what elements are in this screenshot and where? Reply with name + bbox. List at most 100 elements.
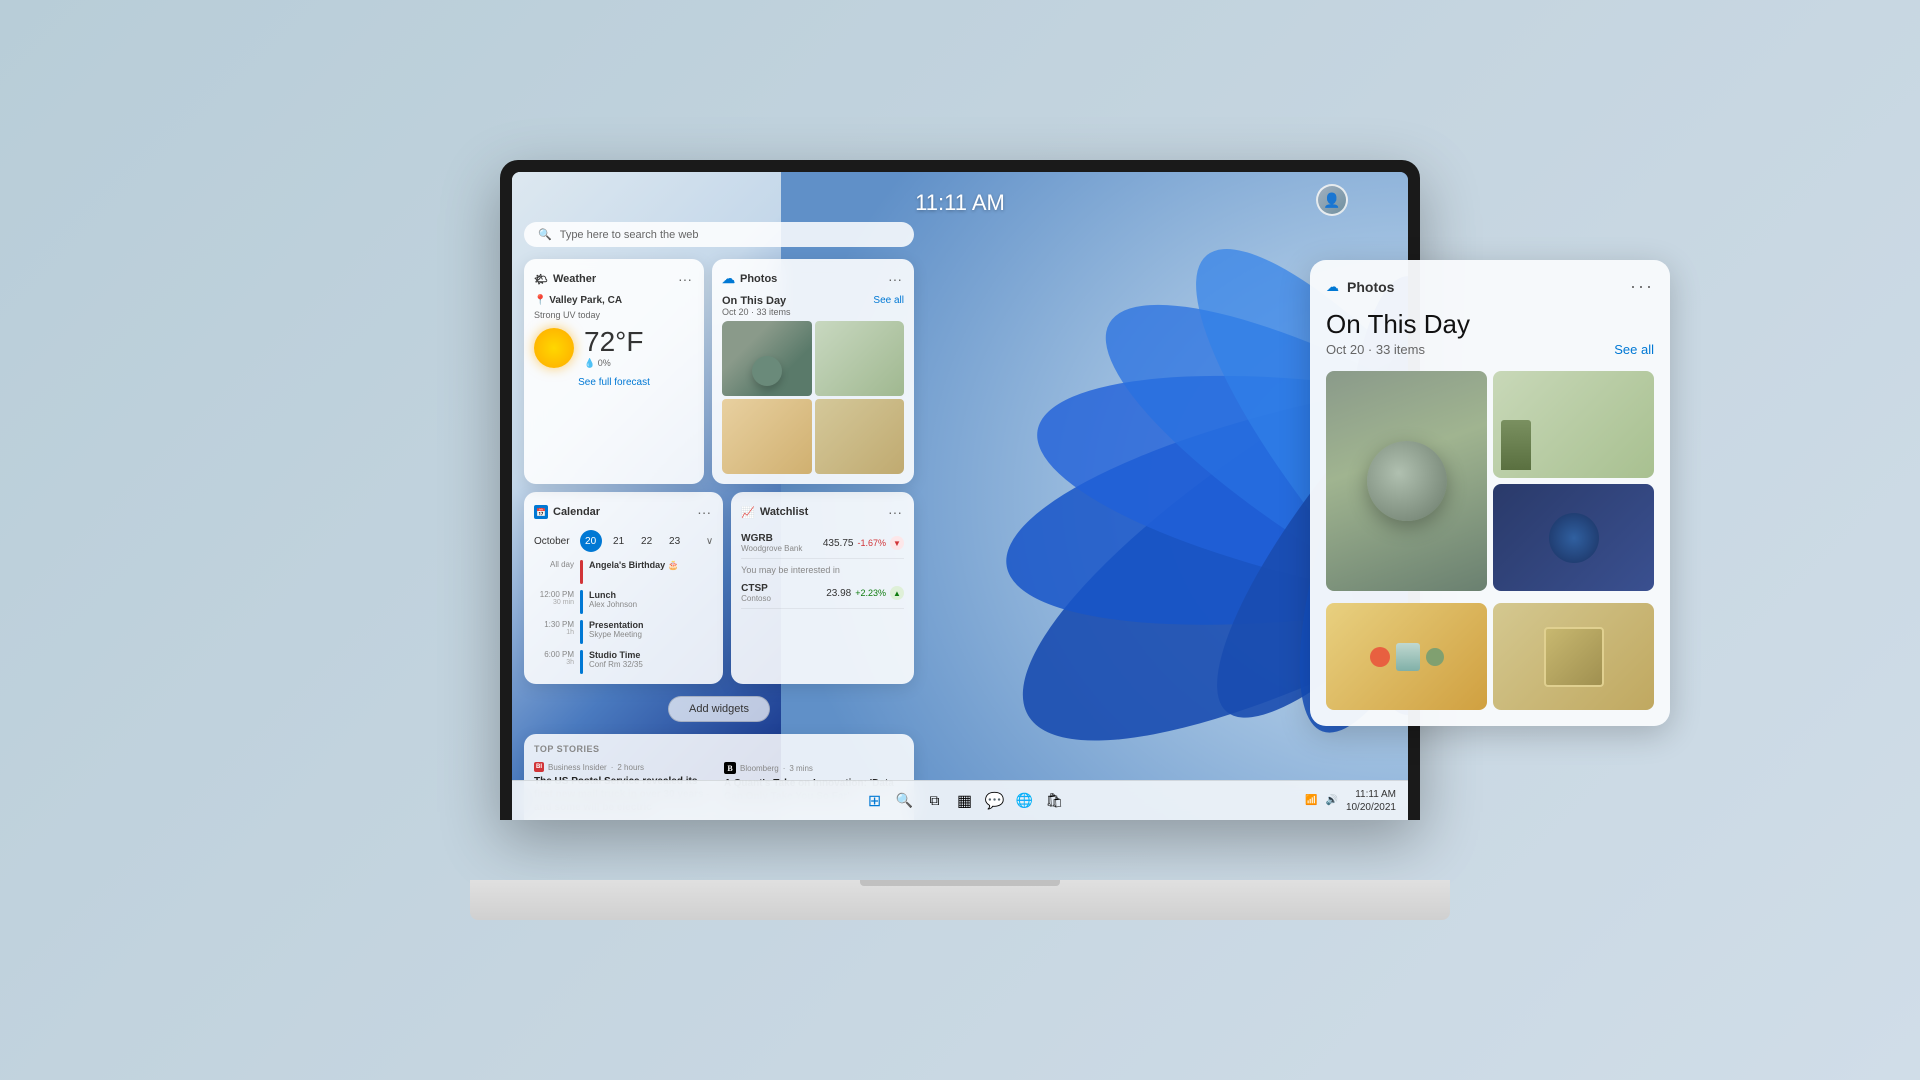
news-top-stories-label: TOP STORIES (534, 744, 904, 754)
edge-taskbar-button[interactable]: 🌐 (1013, 789, 1037, 813)
task-view-button[interactable]: ⧉ (923, 789, 947, 813)
event-lunch-time: 12:00 PM (534, 590, 574, 599)
watchlist-title: Watchlist (760, 506, 809, 518)
photos-widget-header: Photos ··· (722, 269, 904, 289)
event-pres-detail: Skype Meeting (589, 630, 644, 639)
watchlist-header: Watchlist ··· (741, 502, 904, 522)
weather-widget-icon (534, 273, 548, 286)
event-allday-label: All day (534, 560, 574, 569)
widgets-taskbar-button[interactable]: ▦ (953, 789, 977, 813)
laptop-screen: 11:11 AM 👤 🔍 Type here to search the web (512, 172, 1408, 820)
sound-icon: 🔊 (1325, 795, 1337, 806)
search-taskbar-button[interactable]: 🔍 (893, 789, 917, 813)
weather-location: 📍 Valley Park, CA (534, 295, 694, 306)
clock: 11:11 AM (915, 190, 1005, 216)
may-interest-label: You may be interested in (741, 565, 904, 575)
event-studio-time: 6:00 PM (534, 650, 574, 659)
stock-ctsp: CTSP Contoso 23.98 +2.23% ▲ (741, 578, 904, 609)
photos-panel-meta: Oct 20 · 33 items See all (1326, 342, 1654, 357)
photo-thumb-2[interactable] (815, 321, 905, 396)
add-widgets-section: Add widgets (524, 692, 914, 726)
photos-see-all[interactable]: See all (873, 295, 904, 306)
stock-ctsp-name: Contoso (741, 594, 771, 603)
photos-panel-heading: On This Day (1326, 309, 1654, 340)
event-bar-allday (580, 560, 583, 584)
photos-cloud-icon (722, 271, 735, 287)
event-allday: All day Angela's Birthday 🎂 (534, 560, 713, 584)
photos-grid (722, 321, 904, 474)
screen-border: 11:11 AM 👤 🔍 Type here to search the web (500, 160, 1420, 820)
stock-ctsp-indicator: ▲ (890, 586, 904, 600)
photos-panel-thumb-4[interactable] (1326, 603, 1487, 710)
desktop-scene: 11:11 AM 👤 🔍 Type here to search the web (0, 0, 1920, 1080)
photo-thumb-3[interactable] (722, 399, 812, 474)
event-lunch: 12:00 PM 30 min Lunch Alex Johnson (534, 590, 713, 614)
photos-panel-cloud-icon (1326, 278, 1339, 296)
watchlist-icon (741, 506, 755, 519)
weather-more-button[interactable]: ··· (676, 269, 694, 289)
photos-date: Oct 20 · 33 items (722, 307, 791, 317)
event-pres-name: Presentation (589, 620, 644, 630)
calendar-day-21[interactable]: 21 (608, 530, 630, 552)
weather-forecast-link[interactable]: See full forecast (534, 377, 694, 388)
photos-panel-thumb-1[interactable] (1326, 371, 1487, 591)
store-taskbar-button[interactable]: 🛍 (1043, 789, 1067, 813)
event-lunch-detail: Alex Johnson (589, 600, 637, 609)
event-pres-duration: 1h (534, 629, 574, 636)
taskbar-right: 📶 🔊 11:11 AM 10/20/2021 (1305, 788, 1396, 814)
photos-panel-see-all[interactable]: See all (1614, 342, 1654, 357)
calendar-day-23[interactable]: 23 (664, 530, 686, 552)
event-bar-studio (580, 650, 583, 674)
photos-header-row: On This Day Oct 20 · 33 items See all (722, 295, 904, 317)
event-studio-detail: Conf Rm 32/35 (589, 660, 643, 669)
weather-widget: Weather ··· 📍 Valley Park, CA Strong UV … (524, 259, 704, 484)
search-placeholder: Type here to search the web (560, 229, 699, 241)
photos-more-button[interactable]: ··· (886, 269, 904, 289)
calendar-header: 📅 Calendar ··· (534, 502, 713, 522)
calendar-events: All day Angela's Birthday 🎂 12 (534, 560, 713, 674)
photos-panel-thumb-3[interactable] (1493, 484, 1654, 591)
calendar-more-button[interactable]: ··· (695, 502, 713, 522)
stock-wgrb-ticker: WGRB (741, 533, 802, 544)
photos-panel-app-name: Photos (1347, 279, 1394, 295)
weather-uv: Strong UV today (534, 310, 694, 320)
widgets-row-1: Weather ··· 📍 Valley Park, CA Strong UV … (524, 259, 914, 484)
weather-title: Weather (553, 273, 596, 285)
photos-panel-date: Oct 20 · 33 items (1326, 342, 1425, 357)
photos-panel-thumb-2[interactable] (1493, 371, 1654, 478)
calendar-day-22[interactable]: 22 (636, 530, 658, 552)
calendar-days-row: October 20 21 22 23 ∨ (534, 530, 713, 552)
event-studio-duration: 3h (534, 659, 574, 666)
add-widgets-button[interactable]: Add widgets (668, 696, 770, 722)
laptop-hinge (860, 880, 1060, 886)
calendar-widget: 📅 Calendar ··· October 20 21 22 23 (524, 492, 723, 684)
event-studio: 6:00 PM 3h Studio Time Conf Rm 32/35 (534, 650, 713, 674)
photo-thumb-1[interactable] (722, 321, 812, 396)
laptop-body (470, 880, 1450, 920)
chat-taskbar-button[interactable]: 💬 (983, 789, 1007, 813)
calendar-day-20[interactable]: 20 (580, 530, 602, 552)
event-allday-name: Angela's Birthday 🎂 (589, 560, 679, 571)
stock-wgrb-name: Woodgrove Bank (741, 544, 802, 553)
stock-wgrb-price: 435.75 (823, 538, 854, 549)
stock-wgrb: WGRB Woodgrove Bank 435.75 -1.67% ▼ (741, 528, 904, 559)
watchlist-widget: Watchlist ··· WGRB Woodgrove Bank (731, 492, 914, 684)
avatar[interactable]: 👤 (1316, 184, 1348, 216)
calendar-expand[interactable]: ∨ (706, 536, 713, 547)
event-bar-lunch (580, 590, 583, 614)
stock-ctsp-change: +2.23% (855, 588, 886, 598)
widgets-row-2: 📅 Calendar ··· October 20 21 22 23 (524, 492, 914, 684)
start-button[interactable]: ⊞ (863, 789, 887, 813)
news-source-0: BI Business Insider · 2 hours (534, 762, 714, 772)
watchlist-more-button[interactable]: ··· (886, 502, 904, 522)
event-pres-time: 1:30 PM (534, 620, 574, 629)
photos-panel-thumb-5[interactable] (1493, 603, 1654, 710)
photos-panel-right-col (1493, 371, 1654, 591)
system-clock[interactable]: 11:11 AM 10/20/2021 (1346, 788, 1396, 814)
photo-thumb-4[interactable] (815, 399, 905, 474)
photos-panel-more-button[interactable]: ··· (1630, 276, 1654, 297)
photos-panel-expanded: Photos ··· On This Day Oct 20 · 33 items… (1310, 260, 1670, 726)
photos-panel-grid (1326, 371, 1654, 597)
wifi-icon: 📶 (1305, 795, 1317, 806)
search-bar[interactable]: 🔍 Type here to search the web (524, 222, 914, 247)
